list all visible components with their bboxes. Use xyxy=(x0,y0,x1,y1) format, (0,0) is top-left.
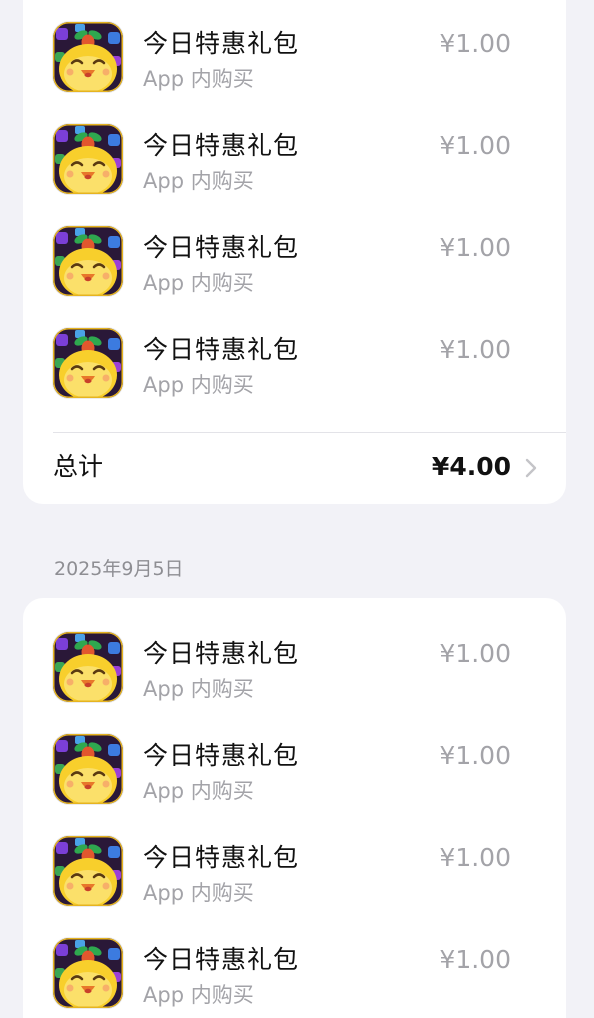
item-subtitle: App 内购买 xyxy=(143,67,254,91)
item-price: ¥1.00 xyxy=(439,335,511,364)
purchase-item[interactable]: 今日特惠礼包 App 内购买 ¥1.00 xyxy=(23,302,566,404)
item-title: 今日特惠礼包 xyxy=(143,335,300,364)
purchase-item[interactable]: 今日特惠礼包 App 内购买 ¥1.00 xyxy=(23,810,566,912)
item-price: ¥1.00 xyxy=(439,639,511,668)
chick-game-icon[interactable] xyxy=(53,632,123,702)
item-title: 今日特惠礼包 xyxy=(143,131,300,160)
item-subtitle: App 内购买 xyxy=(143,169,254,193)
item-subtitle: App 内购买 xyxy=(143,373,254,397)
item-subtitle: App 内购买 xyxy=(143,779,254,803)
item-price: ¥1.00 xyxy=(439,945,511,974)
item-title: 今日特惠礼包 xyxy=(143,639,300,668)
item-title: 今日特惠礼包 xyxy=(143,843,300,872)
purchase-item[interactable]: 今日特惠礼包 App 内购买 ¥1.00 xyxy=(23,708,566,810)
chick-game-icon[interactable] xyxy=(53,124,123,194)
chick-game-icon[interactable] xyxy=(53,22,123,92)
purchase-item[interactable]: 今日特惠礼包 App 内购买 ¥1.00 xyxy=(23,912,566,1014)
item-price: ¥1.00 xyxy=(439,741,511,770)
item-title: 今日特惠礼包 xyxy=(143,945,300,974)
chevron-right-icon xyxy=(525,458,537,478)
purchase-item[interactable]: 今日特惠礼包 App 内购买 ¥1.00 xyxy=(23,200,566,302)
purchase-history-page: 今日特惠礼包 App 内购买 ¥1.00 今日特惠礼包 App 内购买 ¥1.0… xyxy=(0,0,594,1018)
item-subtitle: App 内购买 xyxy=(143,983,254,1007)
purchase-group-card: 今日特惠礼包 App 内购买 ¥1.00 今日特惠礼包 App 内购买 ¥1.0… xyxy=(23,0,566,504)
total-row[interactable]: 总计 ¥4.00 xyxy=(23,433,566,504)
item-title: 今日特惠礼包 xyxy=(143,233,300,262)
item-subtitle: App 内购买 xyxy=(143,881,254,905)
item-price: ¥1.00 xyxy=(439,233,511,262)
chick-game-icon[interactable] xyxy=(53,836,123,906)
item-subtitle: App 内购买 xyxy=(143,271,254,295)
purchase-group-card: 今日特惠礼包 App 内购买 ¥1.00 今日特惠礼包 App 内购买 ¥1.0… xyxy=(23,598,566,1018)
item-price: ¥1.00 xyxy=(439,131,511,160)
total-value: ¥4.00 xyxy=(431,452,511,481)
chick-game-icon[interactable] xyxy=(53,328,123,398)
item-price: ¥1.00 xyxy=(439,29,511,58)
purchase-item[interactable]: 今日特惠礼包 App 内购买 ¥1.00 xyxy=(23,606,566,708)
item-subtitle: App 内购买 xyxy=(143,677,254,701)
chick-game-icon[interactable] xyxy=(53,938,123,1008)
chick-game-icon[interactable] xyxy=(53,734,123,804)
chick-game-icon[interactable] xyxy=(53,226,123,296)
item-title: 今日特惠礼包 xyxy=(143,741,300,770)
total-label: 总计 xyxy=(53,452,104,481)
item-title: 今日特惠礼包 xyxy=(143,29,300,58)
purchase-item[interactable]: 今日特惠礼包 App 内购买 ¥1.00 xyxy=(23,0,566,98)
section-date-header: 2025年9月5日 xyxy=(54,558,184,580)
purchase-item[interactable]: 今日特惠礼包 App 内购买 ¥1.00 xyxy=(23,98,566,200)
item-price: ¥1.00 xyxy=(439,843,511,872)
